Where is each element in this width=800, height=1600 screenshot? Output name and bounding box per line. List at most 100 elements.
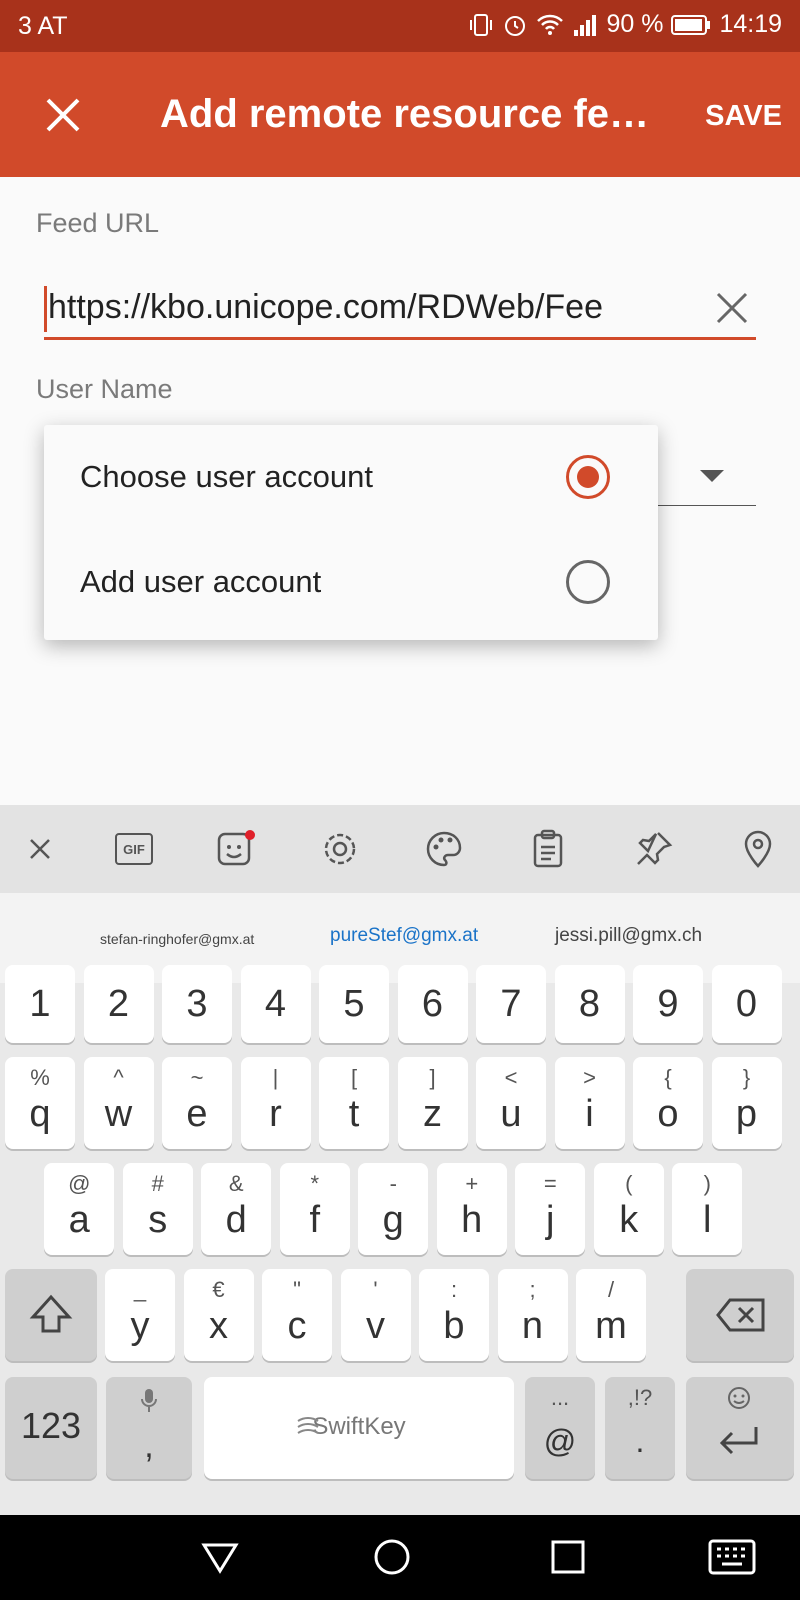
key-secondary-label: ...	[550, 1385, 570, 1410]
sticker-icon[interactable]	[214, 827, 258, 871]
key-y[interactable]: _ y	[105, 1269, 175, 1361]
key-u[interactable]: < u	[476, 1057, 546, 1149]
backspace-icon	[716, 1298, 765, 1332]
key-label: t	[348, 1093, 360, 1135]
back-icon[interactable]	[200, 1537, 240, 1577]
key-a[interactable]: @ a	[44, 1163, 115, 1255]
key-v[interactable]: ' v	[340, 1269, 411, 1361]
space-label: SwiftKey	[312, 1413, 406, 1440]
keyboard-toolbar: GIF	[0, 805, 800, 893]
backspace-key[interactable]	[686, 1269, 794, 1361]
key-label: f	[309, 1199, 321, 1241]
vibrate-icon	[470, 13, 493, 36]
save-button[interactable]: SAVE	[705, 100, 782, 133]
key-1[interactable]: 1	[5, 965, 75, 1043]
emoji-icon	[728, 1387, 750, 1409]
key-e[interactable]: ~ e	[162, 1057, 232, 1149]
alarm-icon	[505, 15, 526, 36]
key-z[interactable]: ] z	[397, 1057, 468, 1149]
key-secondary-label: |	[272, 1065, 279, 1090]
recent-apps-icon[interactable]	[548, 1537, 588, 1577]
radio-selected-icon[interactable]	[566, 455, 610, 499]
key-6[interactable]: 6	[397, 965, 468, 1043]
key-secondary-label: )	[703, 1171, 711, 1196]
key-x[interactable]: € x	[183, 1269, 254, 1361]
key-5[interactable]: 5	[319, 965, 389, 1043]
key-label: 1	[29, 983, 51, 1025]
feed-url-input[interactable]: https://kbo.unicope.com/RDWeb/Fee	[44, 280, 756, 340]
close-icon[interactable]	[18, 827, 62, 871]
close-icon[interactable]	[38, 90, 88, 140]
gif-icon[interactable]: GIF	[112, 827, 156, 871]
pin-icon[interactable]	[632, 827, 676, 871]
key-label: 6	[421, 983, 444, 1025]
key-label: .	[635, 1423, 645, 1459]
key-d[interactable]: & d	[201, 1163, 272, 1255]
space-key[interactable]: SwiftKey	[204, 1377, 514, 1479]
key-w[interactable]: ^ w	[83, 1057, 154, 1149]
key-8[interactable]: 8	[554, 965, 625, 1043]
key-o[interactable]: {o	[633, 1057, 703, 1149]
key-4[interactable]: 4	[240, 965, 311, 1043]
key-label: u	[500, 1093, 522, 1135]
key-secondary-label: [	[350, 1065, 358, 1090]
key-f[interactable]: * f	[279, 1163, 350, 1255]
at-key[interactable]: ... @	[525, 1377, 595, 1479]
key-j[interactable]: = j	[515, 1163, 586, 1255]
radio-unselected-icon[interactable]	[566, 560, 610, 604]
period-key[interactable]: ,!?.	[605, 1377, 675, 1479]
theme-palette-icon[interactable]	[422, 827, 466, 871]
numbers-key[interactable]: 123	[5, 1377, 97, 1479]
key-2[interactable]: 2	[83, 965, 154, 1043]
key-n[interactable]: ; n	[497, 1269, 568, 1361]
suggestion-item[interactable]: jessi.pill@gmx.ch	[555, 925, 702, 947]
option-label: Choose user account	[80, 459, 373, 494]
key-m[interactable]: / m	[576, 1269, 646, 1361]
key-p[interactable]: } p	[711, 1057, 782, 1149]
key-t[interactable]: [t	[319, 1057, 389, 1149]
home-icon[interactable]	[372, 1537, 412, 1577]
chevron-down-icon[interactable]	[700, 470, 724, 482]
enter-key[interactable]	[686, 1377, 794, 1479]
suggestion-item[interactable]: pureStef@gmx.at	[330, 925, 478, 947]
key-c[interactable]: " c	[262, 1269, 332, 1361]
key-label: 7	[500, 983, 522, 1025]
shift-key[interactable]	[5, 1269, 97, 1361]
key-b[interactable]: :b	[419, 1269, 489, 1361]
key-label: 2	[107, 983, 130, 1025]
gear-icon[interactable]	[318, 827, 362, 871]
status-icons: 90 % 14:19	[468, 10, 782, 39]
suggestion-item[interactable]: stefan-ringhofer@gmx.at	[100, 931, 254, 947]
navigation-bar	[0, 1515, 800, 1600]
key-label: 123	[20, 1405, 82, 1446]
option-choose-user-account[interactable]: Choose user account	[44, 425, 658, 530]
key-g[interactable]: -g	[358, 1163, 429, 1255]
key-label: m	[595, 1305, 627, 1347]
key-secondary-label: #	[151, 1171, 164, 1196]
clipboard-icon[interactable]	[526, 827, 570, 871]
clear-icon[interactable]	[712, 288, 752, 328]
key-q[interactable]: % q	[5, 1057, 75, 1149]
key-label: v	[366, 1305, 385, 1347]
key-k[interactable]: (k	[593, 1163, 664, 1255]
location-icon[interactable]	[736, 827, 780, 871]
clock: 14:19	[719, 10, 782, 38]
shift-icon	[29, 1294, 73, 1333]
key-l[interactable]: ) l	[672, 1163, 743, 1255]
key-3[interactable]: 3	[162, 965, 232, 1043]
key-label: r	[269, 1093, 282, 1135]
key-i[interactable]: > i	[554, 1057, 625, 1149]
key-7[interactable]: 7	[476, 965, 546, 1043]
option-add-user-account[interactable]: Add user account	[44, 530, 658, 635]
comma-key[interactable]: ,	[106, 1377, 192, 1479]
gif-label: GIF	[115, 833, 153, 865]
feed-url-value: https://kbo.unicope.com/RDWeb/Fee	[48, 288, 603, 326]
key-0[interactable]: 0	[711, 965, 782, 1043]
key-secondary-label: ~	[190, 1065, 204, 1090]
key-h[interactable]: + h	[436, 1163, 507, 1255]
key-label: w	[104, 1093, 133, 1135]
key-9[interactable]: 9	[633, 965, 703, 1043]
keyboard-icon[interactable]	[708, 1539, 756, 1575]
key-s[interactable]: # s	[122, 1163, 193, 1255]
key-r[interactable]: | r	[240, 1057, 311, 1149]
